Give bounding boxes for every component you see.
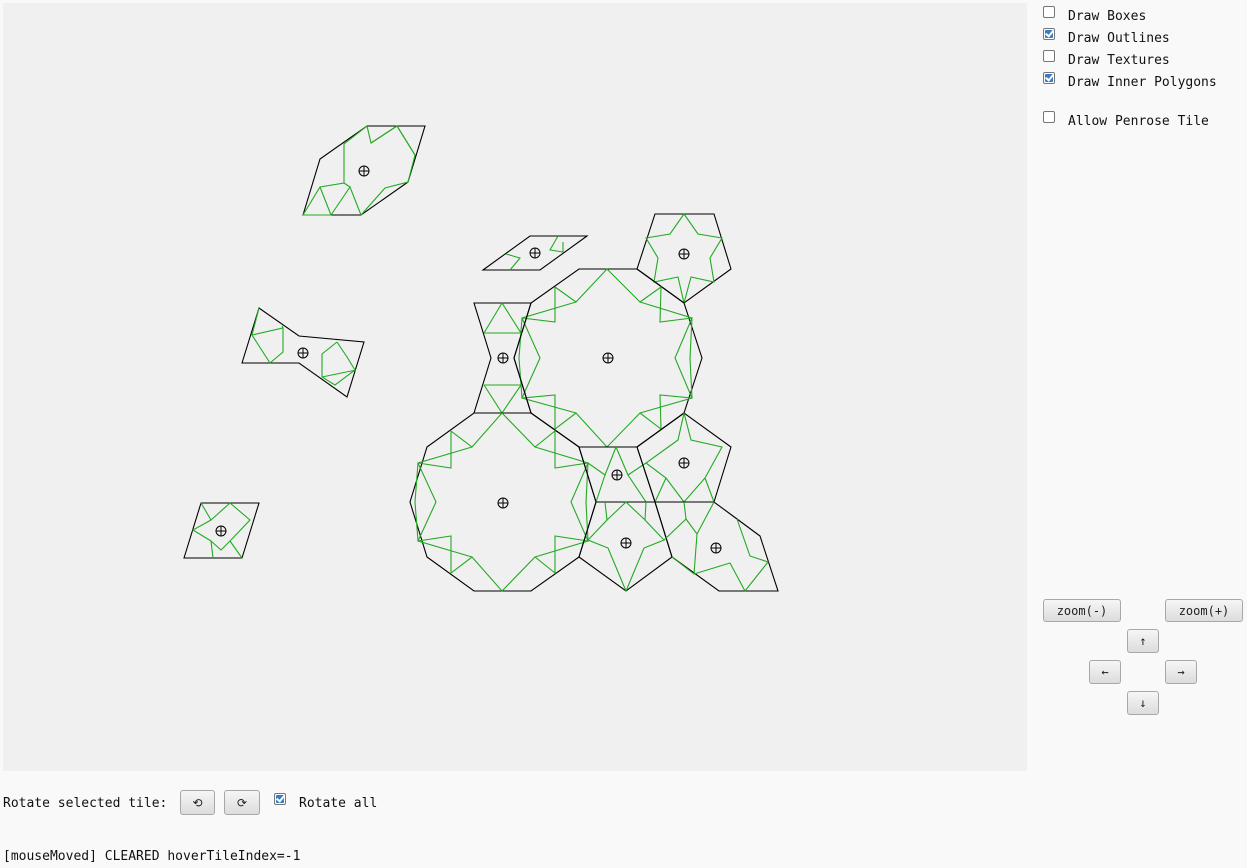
pan-right-button[interactable]: → [1165,660,1197,684]
draw-inner-polygons-label: Draw Inner Polygons [1068,74,1217,90]
rotate-all-checkbox[interactable] [274,793,286,805]
tile-center-marker [215,525,227,537]
tile-center-marker [678,248,690,260]
tile-center-marker [620,537,632,549]
tile-center-marker [497,497,509,509]
tile-center-marker [358,165,370,177]
rotate-cw-button[interactable]: ⟳ [224,790,260,815]
draw-outlines-option[interactable]: Draw Outlines [1043,28,1170,48]
tiling-svg [183,125,779,592]
zoom-in-button[interactable]: zoom(+) [1165,599,1243,622]
status-text: [mouseMoved] CLEARED hoverTileIndex=-1 [3,849,301,864]
pan-left-button[interactable]: ← [1089,660,1121,684]
allow-penrose-checkbox[interactable] [1043,111,1055,123]
draw-textures-checkbox[interactable] [1043,50,1055,62]
zoom-out-button[interactable]: zoom(-) [1043,599,1121,622]
pan-down-button[interactable]: ↓ [1127,691,1159,715]
tile-center-marker [602,352,614,364]
draw-boxes-checkbox[interactable] [1043,6,1055,18]
allow-penrose-label: Allow Penrose Tile [1068,113,1209,129]
rotate-all-option[interactable]: Rotate all [274,793,377,813]
rotate-ccw-button[interactable]: ⟲ [180,790,215,815]
tile-center-marker [297,347,309,359]
allow-penrose-option[interactable]: Allow Penrose Tile [1043,111,1209,131]
pan-up-button[interactable]: ↑ [1127,629,1159,653]
draw-boxes-label: Draw Boxes [1068,8,1147,24]
draw-textures-label: Draw Textures [1068,52,1170,68]
tile-center-marker [710,542,722,554]
draw-outlines-label: Draw Outlines [1068,30,1170,46]
draw-outlines-checkbox[interactable] [1043,28,1055,40]
rotate-controls: Rotate selected tile: [3,789,167,817]
draw-inner-polygons-option[interactable]: Draw Inner Polygons [1043,72,1217,92]
rotate-all-label: Rotate all [299,795,378,811]
tiling-canvas[interactable] [3,3,1027,771]
tile-center-marker [529,247,541,259]
rotate-label: Rotate selected tile: [3,795,168,811]
draw-boxes-option[interactable]: Draw Boxes [1043,6,1146,26]
draw-inner-polygons-checkbox[interactable] [1043,72,1055,84]
tile-center-marker [611,469,623,481]
tile-center-marker [678,457,690,469]
draw-textures-option[interactable]: Draw Textures [1043,50,1170,70]
tile-center-marker [497,352,509,364]
